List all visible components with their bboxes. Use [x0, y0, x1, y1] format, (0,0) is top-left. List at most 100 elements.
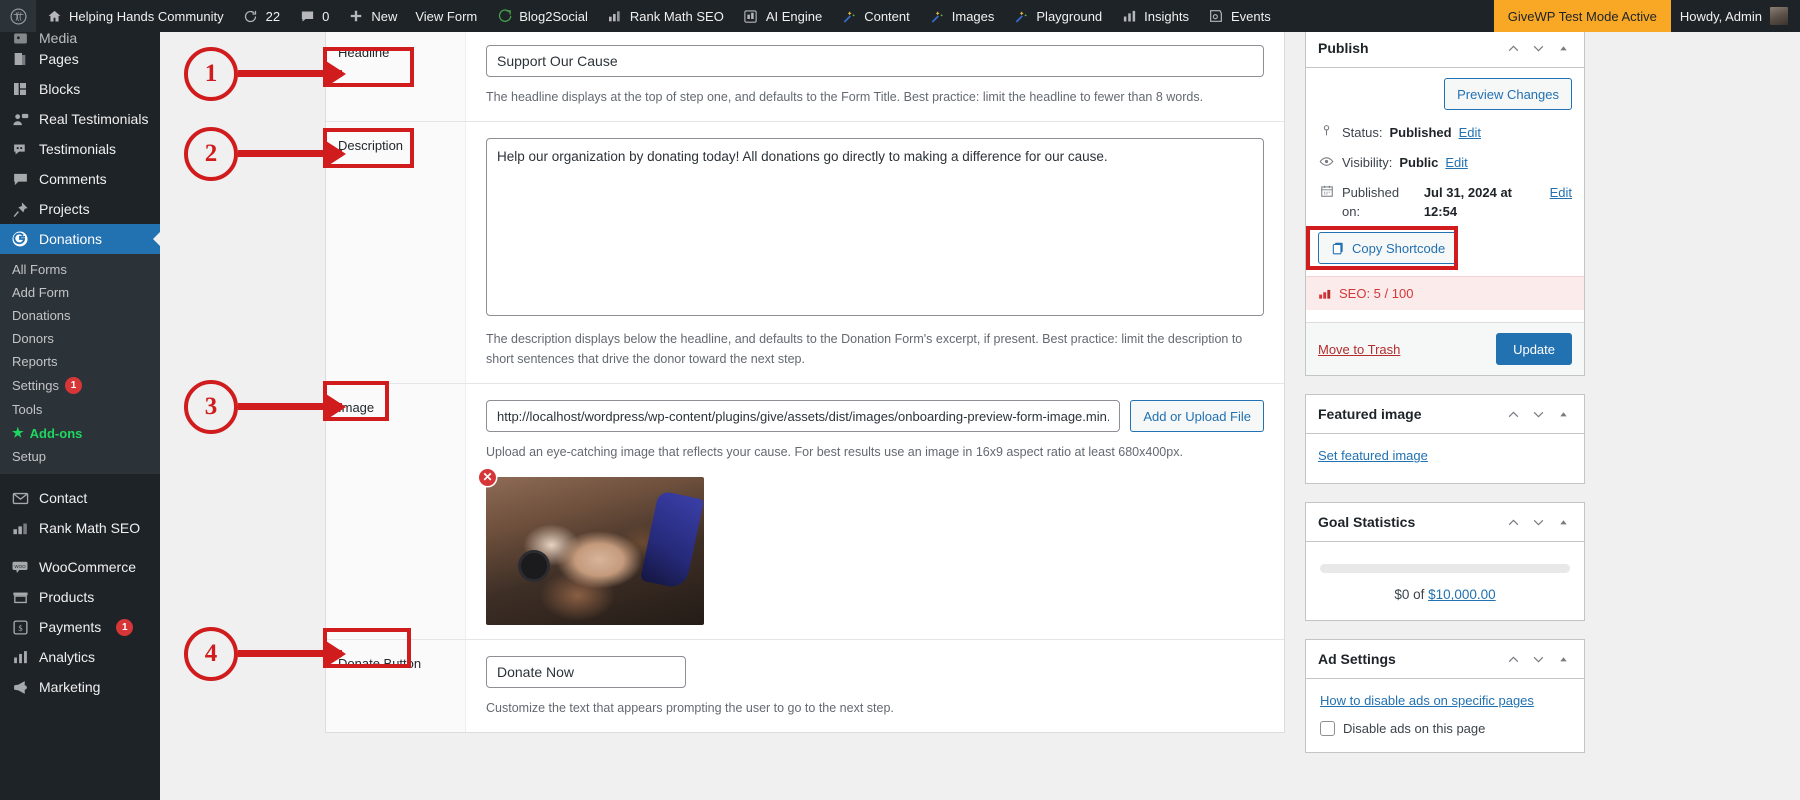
menu-separator	[0, 474, 160, 483]
sidebar-item-pages[interactable]: Pages	[0, 44, 160, 74]
donate-button-label: Donate Button	[338, 655, 422, 671]
sidebar-item-woocommerce[interactable]: WOO WooCommerce	[0, 552, 160, 582]
donations-icon	[10, 229, 30, 249]
add-or-upload-file-button[interactable]: Add or Upload File	[1130, 400, 1264, 433]
sidebar-item-real-testimonials[interactable]: Real Testimonials	[0, 104, 160, 134]
givewp-test-mode-notice[interactable]: GiveWP Test Mode Active	[1493, 0, 1671, 32]
submenu-label: Donations	[12, 308, 71, 323]
remove-image-button[interactable]: ✕	[479, 468, 496, 486]
real-testimonials-icon	[10, 109, 30, 129]
ai-engine-menu[interactable]: AI Engine	[733, 0, 831, 32]
submenu-item-add-form[interactable]: Add Form	[0, 281, 160, 304]
move-to-trash-link[interactable]: Move to Trash	[1318, 342, 1400, 357]
submenu-item-donors[interactable]: Donors	[0, 327, 160, 350]
disable-ads-checkbox-row[interactable]: Disable ads on this page	[1320, 721, 1570, 737]
toggle-panel-icon[interactable]	[1552, 512, 1574, 532]
field-row-description: Description The description displays bel…	[326, 122, 1284, 385]
toggle-panel-icon[interactable]	[1552, 404, 1574, 424]
move-down-icon[interactable]	[1527, 38, 1549, 58]
move-up-icon[interactable]	[1502, 404, 1524, 424]
wordpress-logo-menu[interactable]	[0, 0, 36, 32]
playground-menu[interactable]: Playground	[1003, 0, 1111, 32]
form-editor-wrap: Headline The headline displays at the to…	[160, 32, 1300, 800]
sidebar-item-products[interactable]: Products	[0, 582, 160, 612]
preview-row: Preview Changes	[1318, 78, 1572, 110]
updates-menu[interactable]: 22	[233, 0, 289, 32]
sidebar-item-label: Payments	[39, 619, 102, 635]
goal-amount-row: $0 of $10,000.00	[1320, 587, 1570, 606]
submenu-item-all-forms[interactable]: All Forms	[0, 258, 160, 281]
submenu-item-tools[interactable]: Tools	[0, 398, 160, 421]
sidebar-item-label: Rank Math SEO	[39, 520, 141, 536]
published-edit-link[interactable]: Edit	[1550, 184, 1572, 203]
sidebar-item-marketing[interactable]: Marketing	[0, 672, 160, 702]
visibility-row: Visibility: Public Edit	[1318, 154, 1572, 173]
annotation-circle-3: 3	[184, 380, 238, 434]
howdy-user-menu[interactable]: Howdy, Admin	[1671, 0, 1800, 32]
sidebar-item-analytics[interactable]: Analytics	[0, 642, 160, 672]
visibility-edit-link[interactable]: Edit	[1445, 154, 1467, 173]
preview-changes-button[interactable]: Preview Changes	[1444, 78, 1572, 110]
sidebar-item-payments[interactable]: $ Payments 1	[0, 612, 160, 642]
site-name-menu[interactable]: Helping Hands Community	[36, 0, 233, 32]
images-label: Images	[951, 8, 995, 24]
sidebar-item-donations[interactable]: Donations	[0, 224, 160, 254]
new-content-menu[interactable]: New	[338, 0, 406, 32]
sidebar-item-media[interactable]: Media	[0, 32, 160, 44]
plus-icon	[347, 7, 365, 25]
submenu-item-addons[interactable]: ★ Add-ons	[0, 421, 160, 445]
image-url-input[interactable]	[486, 400, 1121, 433]
disable-ads-help-link[interactable]: How to disable ads on specific pages	[1320, 693, 1534, 708]
sidebar-item-projects[interactable]: Projects	[0, 194, 160, 224]
ad-settings-postbox: Ad Settings How to disable ads on specif…	[1305, 639, 1585, 754]
move-up-icon[interactable]	[1502, 512, 1524, 532]
toggle-panel-icon[interactable]	[1552, 38, 1574, 58]
goal-target-link[interactable]: $10,000.00	[1428, 587, 1496, 602]
magic-wand-icon	[1012, 7, 1030, 25]
insights-label: Insights	[1144, 8, 1189, 24]
copy-shortcode-button[interactable]: Copy Shortcode	[1318, 232, 1459, 265]
sidebar-item-contact[interactable]: Contact	[0, 483, 160, 513]
disable-ads-checkbox[interactable]	[1320, 721, 1335, 737]
sidebar-item-testimonials[interactable]: Testimonials	[0, 134, 160, 164]
donate-button-helper-text: Customize the text that appears promptin…	[486, 700, 894, 715]
content-menu[interactable]: Content	[831, 0, 919, 32]
sidebar-item-rank-math-seo[interactable]: Rank Math SEO	[0, 513, 160, 543]
submenu-label: Setup	[12, 449, 46, 464]
submenu-item-donations[interactable]: Donations	[0, 304, 160, 327]
admin-sidebar-menu: Media Pages Blocks Real Testimonials Tes…	[0, 32, 160, 800]
submenu-item-settings[interactable]: Settings 1	[0, 373, 160, 398]
images-menu[interactable]: Images	[919, 0, 1004, 32]
submenu-item-reports[interactable]: Reports	[0, 350, 160, 373]
toggle-panel-icon[interactable]	[1552, 649, 1574, 669]
featured-image-inner: Set featured image	[1306, 434, 1584, 483]
update-button[interactable]: Update	[1496, 333, 1572, 366]
set-featured-image-link[interactable]: Set featured image	[1318, 448, 1428, 463]
events-menu[interactable]: Events	[1198, 0, 1280, 32]
status-edit-link[interactable]: Edit	[1459, 124, 1481, 143]
blog2social-menu[interactable]: Blog2Social	[486, 0, 597, 32]
move-up-icon[interactable]	[1502, 649, 1524, 669]
move-down-icon[interactable]	[1527, 404, 1549, 424]
view-form-link[interactable]: View Form	[406, 0, 486, 32]
donate-button-input[interactable]	[486, 655, 686, 688]
sidebar-item-blocks[interactable]: Blocks	[0, 74, 160, 104]
headline-input[interactable]	[486, 45, 1264, 77]
description-textarea[interactable]	[486, 138, 1264, 317]
field-row-headline: Headline The headline displays at the to…	[326, 32, 1284, 123]
annotation-arrow-3	[238, 403, 342, 410]
rankmath-menu[interactable]: Rank Math SEO	[597, 0, 733, 32]
move-down-icon[interactable]	[1527, 512, 1549, 532]
image-helper-text: Upload an eye-catching image that reflec…	[486, 445, 1183, 460]
donations-submenu: All Forms Add Form Donations Donors Repo…	[0, 254, 160, 474]
move-up-icon[interactable]	[1502, 38, 1524, 58]
ad-settings-title: Ad Settings	[1318, 651, 1396, 668]
sidebar-item-comments[interactable]: Comments	[0, 164, 160, 194]
seo-score-bar: SEO: 5 / 100	[1306, 276, 1584, 311]
submenu-item-setup[interactable]: Setup	[0, 445, 160, 468]
rankmath-icon	[1318, 287, 1332, 301]
eye-icon	[1318, 154, 1335, 169]
comments-menu[interactable]: 0	[289, 0, 338, 32]
move-down-icon[interactable]	[1527, 649, 1549, 669]
insights-menu[interactable]: Insights	[1111, 0, 1198, 32]
